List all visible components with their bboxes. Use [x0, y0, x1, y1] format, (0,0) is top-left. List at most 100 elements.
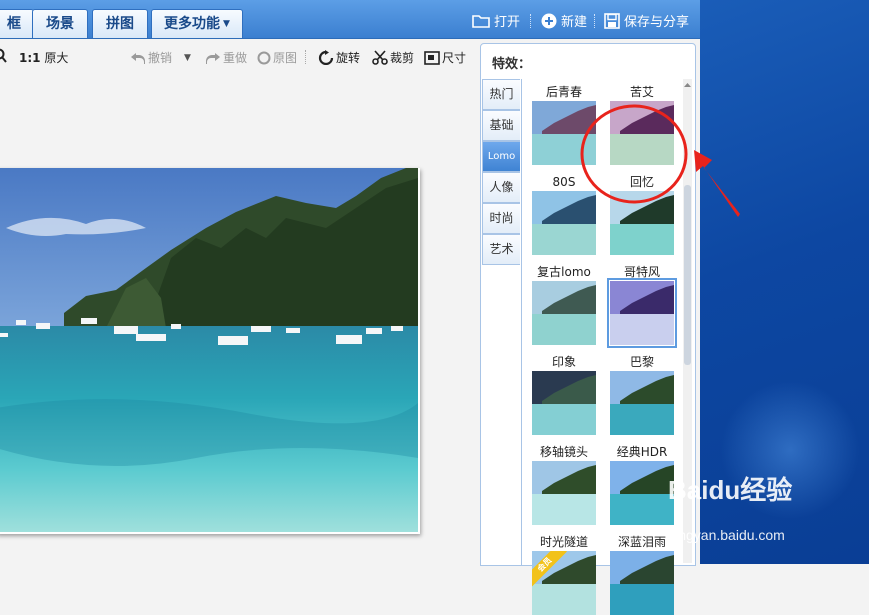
effect-label: 移轴镜头	[539, 445, 588, 459]
chevron-down-icon: ▼	[223, 19, 230, 29]
category-tab-art[interactable]: 艺术	[482, 234, 520, 265]
divider	[305, 50, 307, 64]
effect-item[interactable]: 复古lomo	[525, 264, 603, 345]
folder-icon	[472, 15, 490, 28]
effect-label: 印象	[551, 355, 576, 369]
edit-toolbar: 1:1 原大 撤销 ▼ 重做 原图 旋转 裁剪 尺寸	[0, 47, 480, 67]
tab-collage[interactable]: 拼图	[92, 9, 148, 38]
plus-circle-icon	[541, 13, 557, 28]
effect-label: 经典HDR	[616, 445, 668, 459]
ratio-1-1-button[interactable]: 1:1 原大	[19, 49, 68, 66]
effect-thumbnail[interactable]	[610, 461, 674, 525]
undo-label: 撤销	[148, 51, 173, 65]
divider	[530, 14, 532, 28]
category-tab-basic[interactable]: 基础	[482, 110, 520, 141]
category-label: Lomo	[487, 151, 516, 162]
effects-panel: 特效： 热门 基础 Lomo 人像 时尚 艺术 后青春 苦艾 80S 回忆复古lomo…	[480, 43, 696, 615]
category-tab-hot[interactable]: 热门	[482, 79, 520, 110]
crop-button[interactable]: 裁剪	[372, 49, 414, 66]
effect-thumbnail[interactable]	[532, 191, 596, 255]
zoom-button[interactable]	[0, 48, 10, 64]
effect-thumbnail[interactable]: 会员	[532, 551, 596, 615]
original-label: 原图	[273, 51, 298, 65]
effect-thumbnail[interactable]	[532, 101, 596, 165]
scrollbar-thumb[interactable]	[684, 185, 691, 365]
size-button[interactable]: 尺寸	[424, 49, 466, 66]
effect-thumbnail[interactable]	[532, 461, 596, 525]
effect-item[interactable]: 80S	[525, 174, 603, 255]
category-label: 艺术	[489, 242, 514, 256]
effect-item[interactable]: 哥特风	[603, 264, 681, 348]
effect-thumbnail[interactable]	[610, 101, 674, 165]
effect-thumbnail[interactable]	[532, 281, 596, 345]
effect-label: 复古lomo	[537, 265, 591, 279]
new-button[interactable]: 新建	[541, 11, 587, 30]
category-label: 时尚	[489, 211, 514, 225]
tab-more-features[interactable]: 更多功能 ▼	[151, 9, 243, 38]
effect-label: 哥特风	[623, 265, 660, 279]
scroll-up-arrow-icon[interactable]	[683, 79, 692, 89]
effect-label: 后青春	[545, 85, 582, 99]
undo-icon	[131, 52, 145, 64]
magnifier-icon	[0, 48, 7, 63]
rotate-icon	[318, 50, 334, 65]
save-share-button[interactable]: 保存与分享	[604, 11, 689, 30]
open-button[interactable]: 打开	[472, 11, 520, 30]
redo-button[interactable]: 重做	[205, 49, 247, 66]
effect-item[interactable]: 回忆	[603, 174, 681, 255]
effect-item[interactable]: 深蓝泪雨	[603, 534, 681, 615]
redo-icon	[206, 52, 220, 64]
crop-label: 裁剪	[390, 51, 415, 65]
open-label: 打开	[494, 15, 521, 30]
watermark-url: jingyan.baidu.com	[672, 527, 785, 543]
tab-scene[interactable]: 场景	[32, 9, 88, 38]
rotate-button[interactable]: 旋转	[318, 49, 360, 66]
circle-icon	[257, 51, 271, 64]
effect-item[interactable]: 移轴镜头	[525, 444, 603, 525]
save-icon	[604, 12, 620, 29]
effect-thumbnail[interactable]	[610, 191, 674, 255]
category-tab-lomo[interactable]: Lomo	[482, 141, 520, 172]
panel-title: 特效：	[492, 57, 532, 72]
scissors-icon	[372, 50, 388, 65]
effect-label: 80S	[552, 175, 576, 189]
effect-label: 苦艾	[629, 85, 654, 99]
original-image-button[interactable]: 原图	[257, 49, 297, 66]
top-menu-bar: 框 场景 拼图 更多功能 ▼ 打开 新建 保存与分享	[0, 0, 700, 39]
new-label: 新建	[561, 15, 588, 30]
tab-scene-label: 场景	[46, 16, 74, 32]
effect-thumbnail[interactable]	[532, 371, 596, 435]
effect-label: 深蓝泪雨	[617, 535, 666, 549]
effect-item[interactable]: 巴黎	[603, 354, 681, 435]
watermark-brand: Baidu经验	[668, 475, 793, 505]
effect-item[interactable]: 时光隧道 会员	[525, 534, 603, 615]
tab-more-label: 更多功能	[164, 16, 221, 32]
category-tab-fashion[interactable]: 时尚	[482, 203, 520, 234]
effect-thumbnail[interactable]	[607, 278, 677, 348]
category-label: 基础	[489, 118, 514, 132]
category-tab-portrait[interactable]: 人像	[482, 172, 520, 203]
undo-button[interactable]: 撤销 ▼	[130, 49, 191, 66]
redo-label: 重做	[223, 51, 248, 65]
resize-icon	[424, 50, 440, 65]
tab-frame[interactable]: 框	[0, 9, 34, 38]
effect-thumbnail[interactable]	[610, 551, 674, 615]
effect-thumbnail[interactable]	[610, 371, 674, 435]
category-label: 人像	[489, 180, 514, 194]
photo-canvas[interactable]	[0, 168, 420, 534]
effect-label: 回忆	[629, 175, 654, 189]
beach-photo	[0, 168, 418, 532]
effect-label: 巴黎	[629, 355, 654, 369]
rotate-label: 旋转	[336, 51, 361, 65]
undo-dropdown-icon[interactable]: ▼	[184, 53, 191, 63]
effect-item[interactable]: 苦艾	[603, 84, 681, 165]
save-share-label: 保存与分享	[624, 15, 690, 30]
effect-label: 时光隧道	[539, 535, 588, 549]
original-size-label: 原大	[44, 51, 69, 65]
effect-item[interactable]: 印象	[525, 354, 603, 435]
effect-item[interactable]: 后青春	[525, 84, 603, 165]
tab-collage-label: 拼图	[106, 16, 134, 32]
effects-grid: 后青春 苦艾 80S 回忆 复古lomo 哥特风 印象 巴黎 移轴镜头 经典HDR 时光隧道 会员 深蓝…	[521, 79, 682, 615]
size-label: 尺寸	[442, 51, 467, 65]
ratio-label: 1:1	[19, 50, 41, 65]
